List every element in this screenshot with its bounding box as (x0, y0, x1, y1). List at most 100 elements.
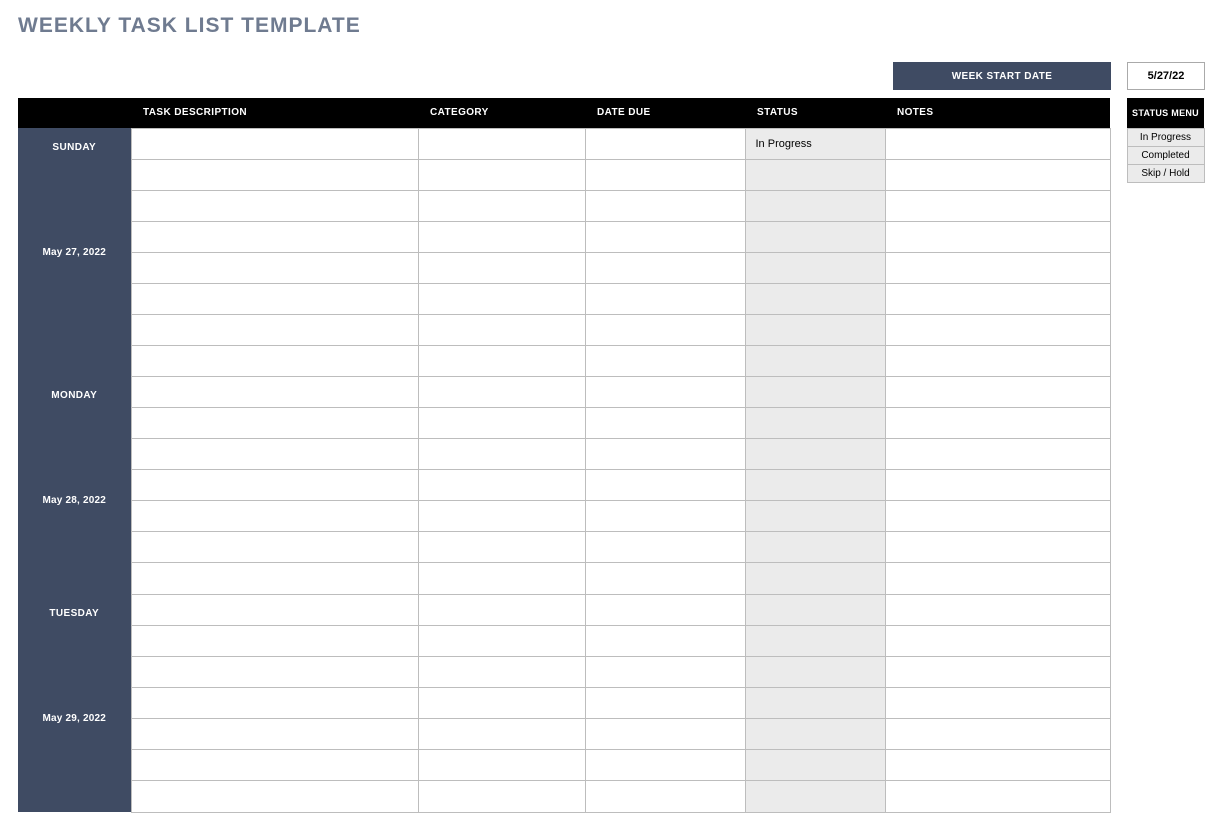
notes-cell[interactable] (885, 750, 1110, 781)
notes-cell[interactable] (885, 781, 1110, 812)
status-cell[interactable] (745, 625, 885, 656)
notes-cell[interactable] (885, 128, 1110, 159)
status-cell[interactable] (745, 438, 885, 469)
category-cell[interactable] (418, 781, 585, 812)
task-cell[interactable] (131, 687, 418, 718)
task-cell[interactable] (131, 563, 418, 594)
task-cell[interactable] (131, 501, 418, 532)
due-cell[interactable] (585, 314, 745, 345)
category-cell[interactable] (418, 283, 585, 314)
category-cell[interactable] (418, 625, 585, 656)
category-cell[interactable] (418, 128, 585, 159)
task-cell[interactable] (131, 750, 418, 781)
notes-cell[interactable] (885, 469, 1110, 500)
status-cell[interactable] (745, 314, 885, 345)
status-cell[interactable] (745, 190, 885, 221)
due-cell[interactable] (585, 719, 745, 750)
category-cell[interactable] (418, 407, 585, 438)
notes-cell[interactable] (885, 719, 1110, 750)
due-cell[interactable] (585, 190, 745, 221)
task-cell[interactable] (131, 625, 418, 656)
notes-cell[interactable] (885, 314, 1110, 345)
status-cell[interactable] (745, 750, 885, 781)
status-cell[interactable] (745, 501, 885, 532)
status-menu-option[interactable]: Completed (1127, 146, 1204, 164)
due-cell[interactable] (585, 625, 745, 656)
status-cell[interactable] (745, 407, 885, 438)
category-cell[interactable] (418, 345, 585, 376)
due-cell[interactable] (585, 594, 745, 625)
category-cell[interactable] (418, 532, 585, 563)
task-cell[interactable] (131, 532, 418, 563)
notes-cell[interactable] (885, 438, 1110, 469)
task-cell[interactable] (131, 407, 418, 438)
due-cell[interactable] (585, 159, 745, 190)
notes-cell[interactable] (885, 252, 1110, 283)
category-cell[interactable] (418, 563, 585, 594)
status-cell[interactable] (745, 594, 885, 625)
notes-cell[interactable] (885, 687, 1110, 718)
notes-cell[interactable] (885, 283, 1110, 314)
task-cell[interactable] (131, 159, 418, 190)
status-menu-option[interactable]: In Progress (1127, 128, 1204, 146)
status-menu-option[interactable]: Skip / Hold (1127, 164, 1204, 182)
due-cell[interactable] (585, 252, 745, 283)
due-cell[interactable] (585, 750, 745, 781)
status-cell[interactable] (745, 781, 885, 812)
category-cell[interactable] (418, 594, 585, 625)
due-cell[interactable] (585, 501, 745, 532)
notes-cell[interactable] (885, 376, 1110, 407)
status-cell[interactable] (745, 687, 885, 718)
due-cell[interactable] (585, 563, 745, 594)
status-cell[interactable]: In Progress (745, 128, 885, 159)
category-cell[interactable] (418, 719, 585, 750)
status-cell[interactable] (745, 656, 885, 687)
status-cell[interactable] (745, 469, 885, 500)
due-cell[interactable] (585, 438, 745, 469)
due-cell[interactable] (585, 128, 745, 159)
due-cell[interactable] (585, 221, 745, 252)
category-cell[interactable] (418, 469, 585, 500)
due-cell[interactable] (585, 407, 745, 438)
category-cell[interactable] (418, 656, 585, 687)
category-cell[interactable] (418, 750, 585, 781)
category-cell[interactable] (418, 314, 585, 345)
notes-cell[interactable] (885, 532, 1110, 563)
status-cell[interactable] (745, 719, 885, 750)
task-cell[interactable] (131, 719, 418, 750)
task-cell[interactable] (131, 594, 418, 625)
due-cell[interactable] (585, 283, 745, 314)
status-cell[interactable] (745, 252, 885, 283)
status-cell[interactable] (745, 159, 885, 190)
notes-cell[interactable] (885, 159, 1110, 190)
notes-cell[interactable] (885, 625, 1110, 656)
notes-cell[interactable] (885, 594, 1110, 625)
task-cell[interactable] (131, 252, 418, 283)
task-cell[interactable] (131, 221, 418, 252)
due-cell[interactable] (585, 532, 745, 563)
status-cell[interactable] (745, 563, 885, 594)
status-cell[interactable] (745, 221, 885, 252)
task-cell[interactable] (131, 128, 418, 159)
due-cell[interactable] (585, 376, 745, 407)
notes-cell[interactable] (885, 563, 1110, 594)
status-cell[interactable] (745, 376, 885, 407)
status-cell[interactable] (745, 532, 885, 563)
task-cell[interactable] (131, 469, 418, 500)
category-cell[interactable] (418, 687, 585, 718)
task-cell[interactable] (131, 190, 418, 221)
week-start-date-input[interactable]: 5/27/22 (1127, 62, 1205, 90)
category-cell[interactable] (418, 190, 585, 221)
notes-cell[interactable] (885, 221, 1110, 252)
notes-cell[interactable] (885, 190, 1110, 221)
status-cell[interactable] (745, 283, 885, 314)
category-cell[interactable] (418, 501, 585, 532)
task-cell[interactable] (131, 438, 418, 469)
status-cell[interactable] (745, 345, 885, 376)
category-cell[interactable] (418, 438, 585, 469)
notes-cell[interactable] (885, 656, 1110, 687)
task-cell[interactable] (131, 656, 418, 687)
due-cell[interactable] (585, 345, 745, 376)
task-cell[interactable] (131, 781, 418, 812)
task-cell[interactable] (131, 376, 418, 407)
